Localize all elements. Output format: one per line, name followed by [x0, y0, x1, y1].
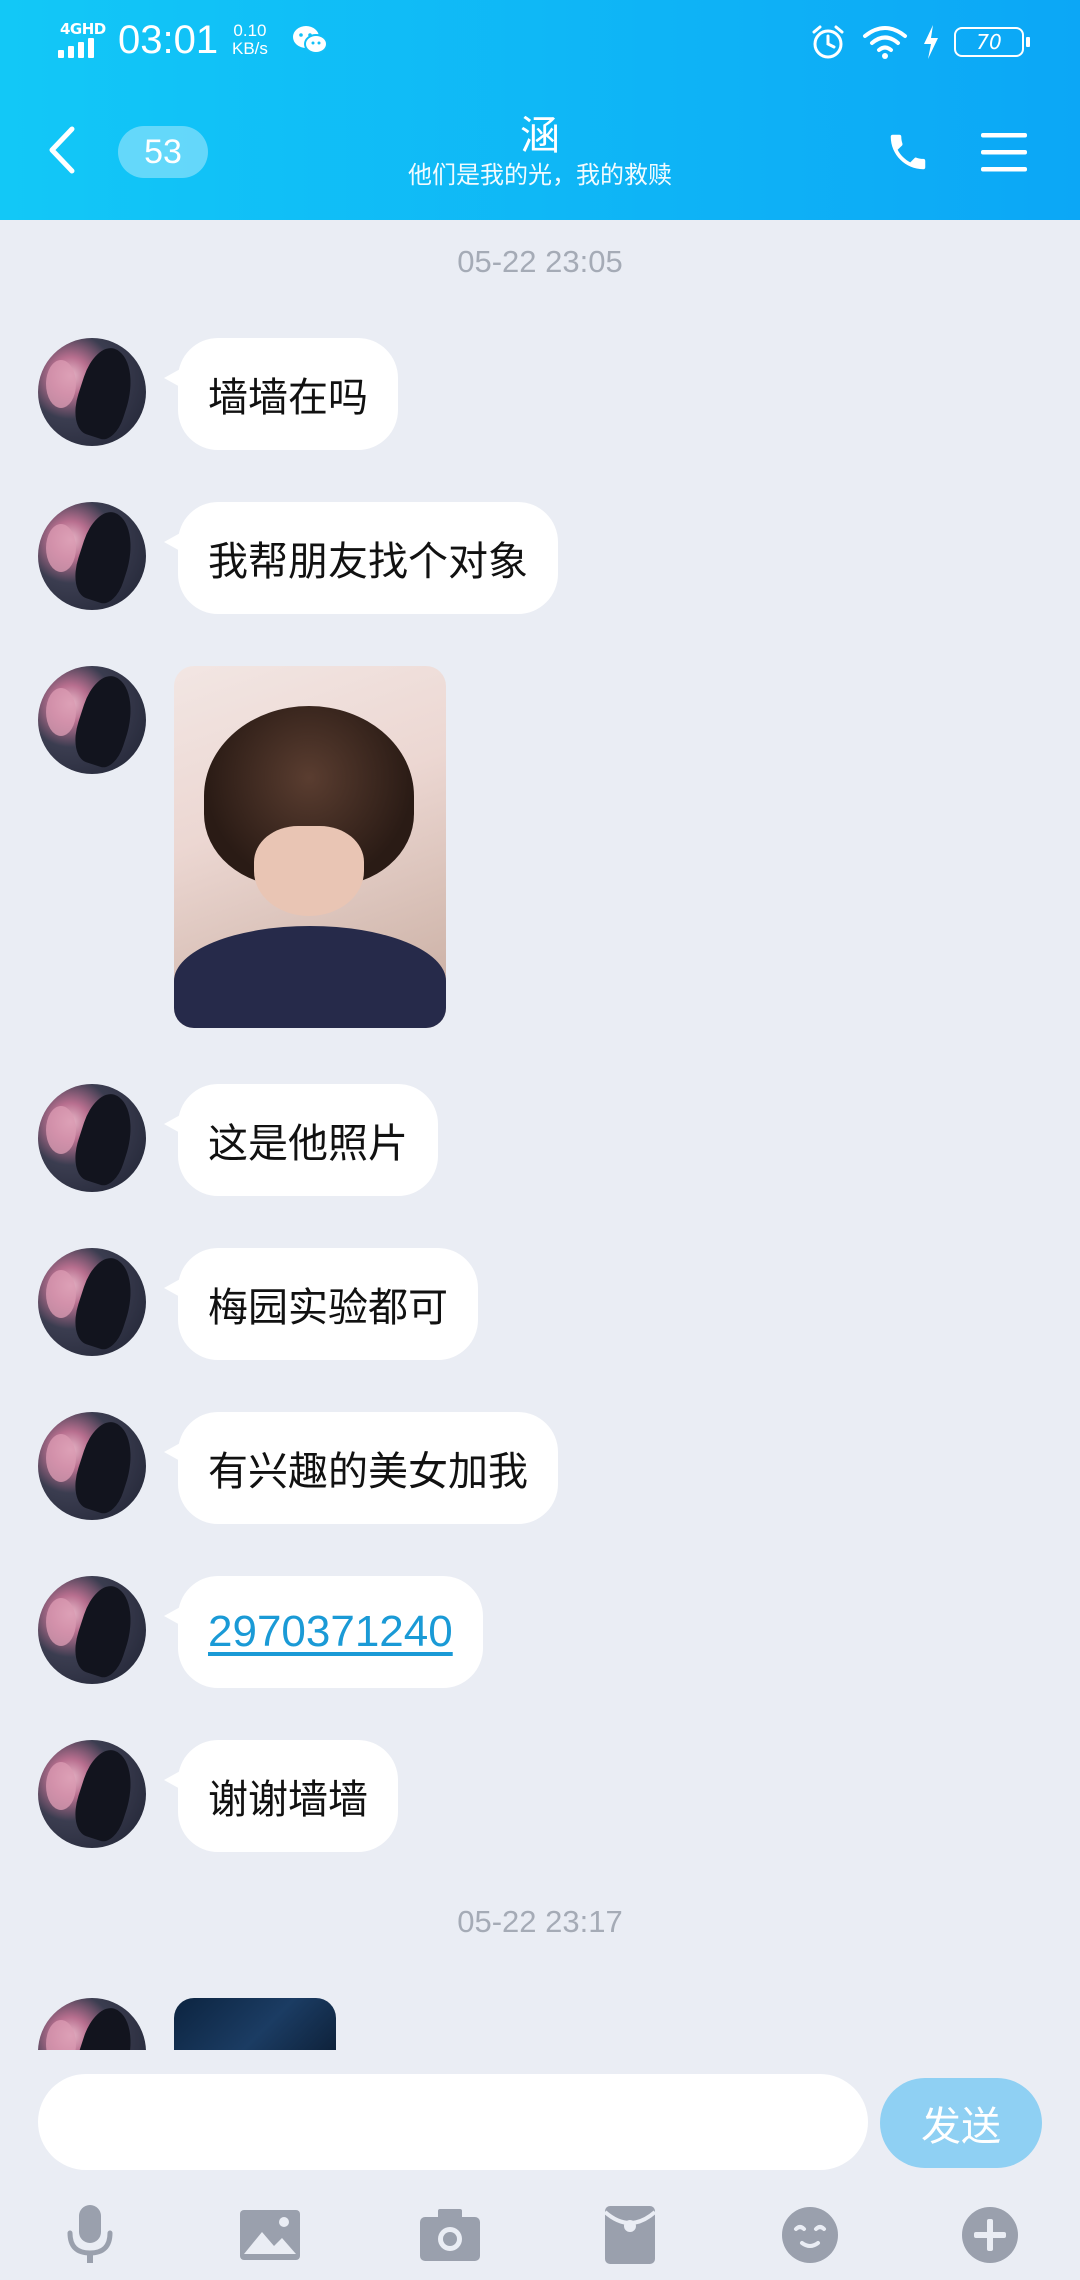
back-button[interactable]	[36, 120, 86, 180]
status-bar: 4GHD 03:01 0.10 KB/s 70	[0, 0, 1080, 84]
avatar[interactable]	[38, 1998, 146, 2050]
timestamp: 05-22 23:17	[457, 1904, 623, 1939]
top-bar: 4GHD 03:01 0.10 KB/s 70 53 涵 他们是我的光，我的救赎	[0, 0, 1080, 220]
microphone-icon	[67, 2205, 113, 2263]
network-speed: 0.10 KB/s	[232, 22, 268, 58]
avatar[interactable]	[38, 502, 146, 610]
gallery-button[interactable]	[235, 2200, 305, 2270]
unread-count-badge[interactable]: 53	[118, 126, 208, 178]
message-bubble[interactable]: 有兴趣的美女加我	[164, 1412, 558, 1524]
avatar[interactable]	[38, 338, 146, 446]
avatar[interactable]	[38, 666, 146, 774]
red-packet-button[interactable]	[595, 2200, 665, 2270]
emoji-icon	[782, 2207, 838, 2263]
avatar[interactable]	[38, 1740, 146, 1848]
send-button[interactable]: 发送	[880, 2078, 1042, 2168]
battery-indicator: 70	[954, 27, 1030, 57]
photo-message[interactable]	[174, 1998, 336, 2050]
link-message-bubble[interactable]: 2970371240	[164, 1576, 483, 1688]
speed-unit: KB/s	[232, 39, 268, 58]
message-bubble[interactable]: 墙墙在吗	[164, 338, 398, 450]
photo-message[interactable]	[174, 666, 446, 1028]
network-type: 4GHD	[60, 20, 106, 38]
message-input[interactable]	[38, 2074, 868, 2170]
input-toolbar	[0, 2190, 1080, 2280]
phone-icon	[890, 134, 926, 170]
status-right: 70	[808, 22, 1030, 62]
voice-button[interactable]	[55, 2200, 125, 2270]
avatar[interactable]	[38, 1576, 146, 1684]
chat-title: 涵	[520, 113, 560, 159]
call-button[interactable]	[878, 122, 938, 182]
avatar[interactable]	[38, 1248, 146, 1356]
chevron-left-icon	[49, 126, 75, 174]
charging-icon	[924, 25, 938, 59]
chat-message-list[interactable]: 05-22 23:05 墙墙在吗 我帮朋友找个对象 这是他照片 梅园实验都可 有…	[0, 220, 1080, 2050]
chat-header: 53 涵 他们是我的光，我的救赎	[0, 100, 1080, 220]
wifi-icon	[863, 26, 907, 59]
timestamp: 05-22 23:05	[457, 244, 623, 279]
message-bubble[interactable]: 梅园实验都可	[164, 1248, 478, 1360]
message-bubble[interactable]: 谢谢墙墙	[164, 1740, 398, 1852]
more-button[interactable]	[955, 2200, 1025, 2270]
hamburger-menu-icon	[981, 133, 1027, 172]
camera-icon	[420, 2209, 480, 2261]
message-bubble[interactable]: 我帮朋友找个对象	[164, 502, 558, 614]
emoji-button[interactable]	[775, 2200, 845, 2270]
image-icon	[240, 2210, 300, 2260]
plus-icon	[962, 2207, 1018, 2263]
signal-indicator: 4GHD	[58, 20, 106, 60]
clock: 03:01	[118, 18, 219, 62]
wechat-icon	[293, 26, 328, 54]
avatar[interactable]	[38, 1412, 146, 1520]
avatar[interactable]	[38, 1084, 146, 1192]
chat-title-area[interactable]: 涵 他们是我的光，我的救赎	[340, 112, 740, 190]
chat-subtitle: 他们是我的光，我的救赎	[408, 161, 672, 189]
input-bar: 发送	[0, 2050, 1080, 2280]
camera-button[interactable]	[415, 2200, 485, 2270]
speed-value: 0.10	[233, 21, 267, 40]
red-packet-icon	[603, 2206, 657, 2264]
alarm-icon	[812, 25, 844, 59]
signal-bars-icon	[58, 38, 94, 58]
menu-button[interactable]	[976, 124, 1032, 180]
message-bubble[interactable]: 这是他照片	[164, 1084, 438, 1196]
battery-level: 70	[976, 30, 1002, 54]
